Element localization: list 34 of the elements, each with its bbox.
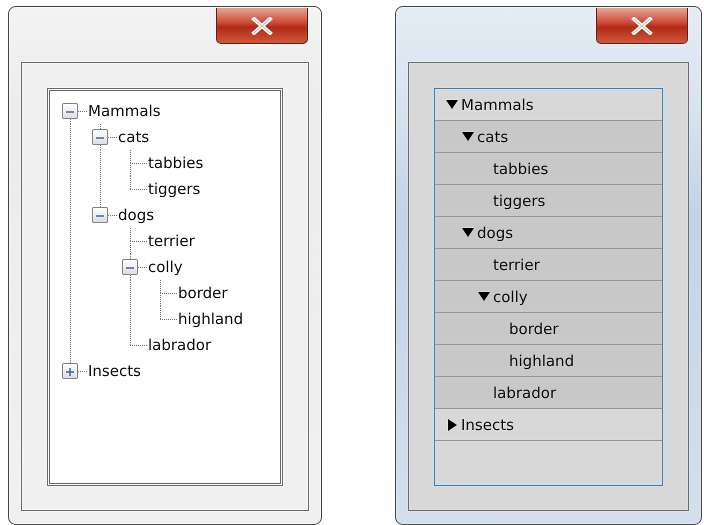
collapse-icon[interactable] <box>122 259 138 275</box>
tree-row[interactable]: border <box>435 313 662 345</box>
tree-row[interactable]: cats <box>435 121 662 153</box>
tree-item[interactable]: colly <box>148 258 183 276</box>
tree-item[interactable]: labrador <box>148 336 212 354</box>
collapse-icon[interactable] <box>92 129 108 145</box>
collapse-icon[interactable] <box>92 207 108 223</box>
tree-row[interactable]: labrador <box>435 377 662 409</box>
tree-item[interactable]: cats <box>118 128 150 146</box>
down-triangle-icon[interactable] <box>478 292 490 301</box>
tree-row[interactable]: dogs <box>435 217 662 249</box>
tree-item[interactable]: dogs <box>118 206 154 224</box>
collapse-icon[interactable] <box>62 103 78 119</box>
tree-row[interactable]: tabbies <box>435 153 662 185</box>
close-icon <box>251 16 273 34</box>
tree-row[interactable]: colly <box>435 281 662 313</box>
tree-row[interactable]: terrier <box>435 249 662 281</box>
tree-row[interactable]: highland <box>435 345 662 377</box>
right-triangle-icon[interactable] <box>448 418 456 430</box>
down-triangle-icon[interactable] <box>462 228 474 237</box>
down-triangle-icon[interactable] <box>462 132 474 141</box>
tree-item[interactable]: tabbies <box>148 154 204 172</box>
tree-item[interactable]: tiggers <box>148 180 200 198</box>
tree-item[interactable]: Insects <box>88 362 141 380</box>
tree-item[interactable]: Mammals <box>88 102 161 120</box>
close-button[interactable] <box>216 8 308 44</box>
tree-item[interactable]: highland <box>178 310 244 328</box>
close-icon <box>631 16 653 34</box>
tree-row[interactable]: tiggers <box>435 185 662 217</box>
tree-item[interactable]: border <box>178 284 228 302</box>
down-triangle-icon[interactable] <box>446 100 458 109</box>
expand-icon[interactable] <box>62 363 78 379</box>
close-button[interactable] <box>596 8 688 44</box>
tree-item[interactable]: terrier <box>148 232 195 250</box>
